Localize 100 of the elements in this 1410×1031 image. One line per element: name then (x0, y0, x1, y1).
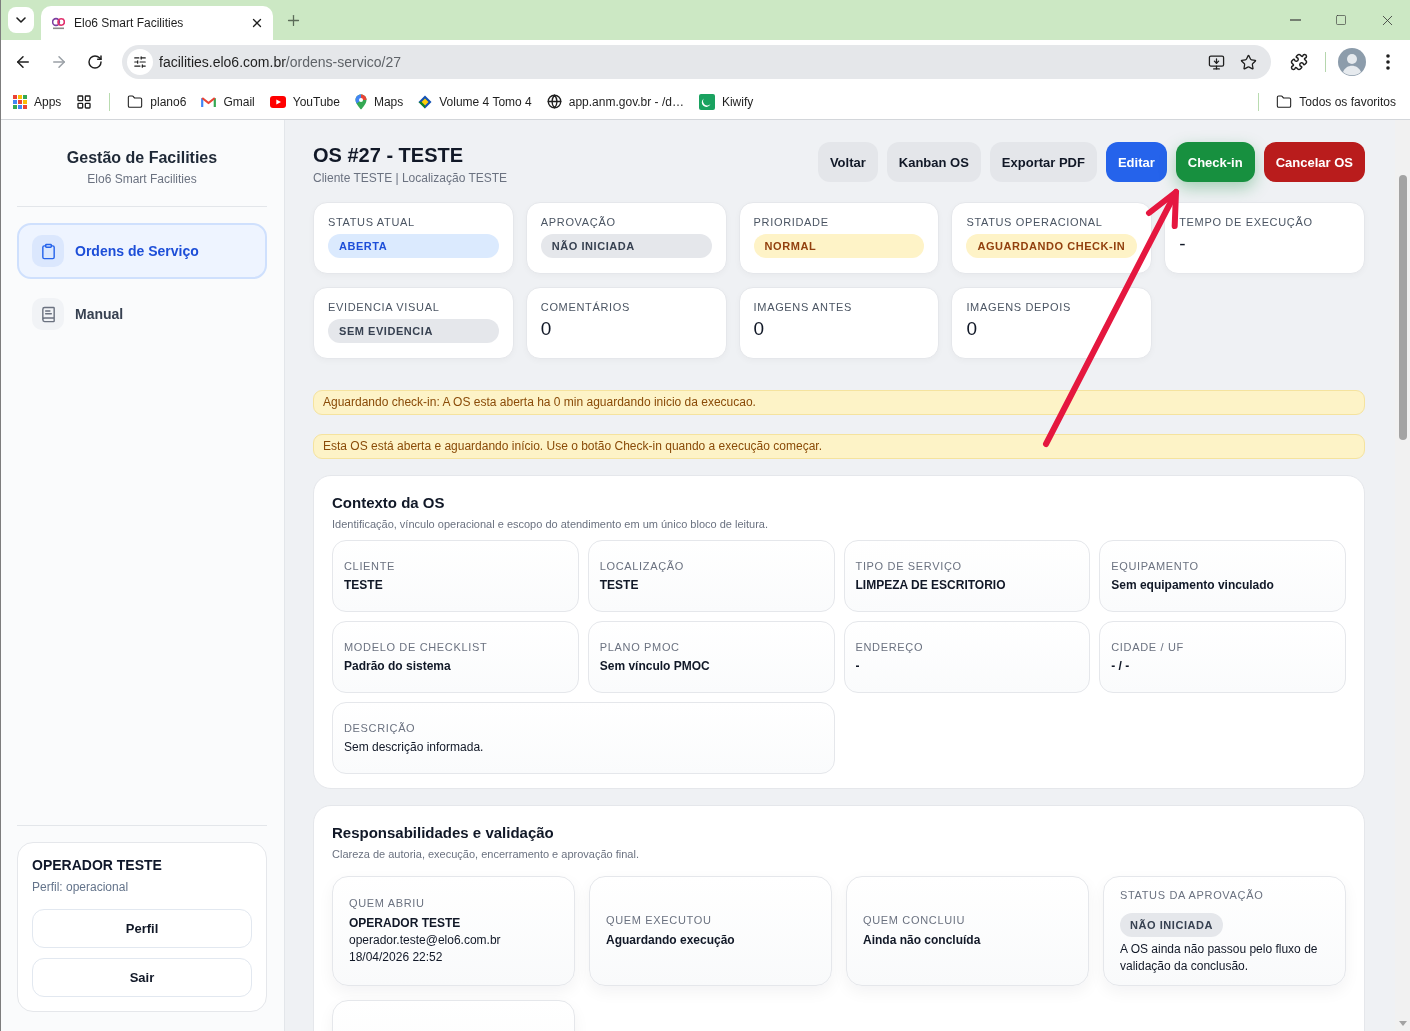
bookmark-item[interactable]: Kiwify (692, 87, 760, 116)
card-value: 0 (753, 318, 766, 340)
bookmark-item[interactable]: Maps (348, 87, 410, 116)
field-value: - (855, 659, 861, 674)
scrollbar-thumb[interactable] (1398, 175, 1407, 440)
maximize-icon (1335, 14, 1347, 26)
tab-search-button[interactable] (8, 7, 34, 33)
card-value: 0 (966, 318, 978, 340)
field-value: - / - (1111, 659, 1131, 674)
address-bar[interactable]: facilities.elo6.com.br/ordens-servico/27 (122, 45, 1271, 79)
user-button[interactable]: Perfil (32, 909, 252, 948)
field-value: Aguardando execução (606, 932, 736, 949)
person-name: OPERADOR TESTE (349, 915, 462, 932)
user-role: Perfil: operacional (32, 879, 130, 895)
field-label: QUEM ABRIU (349, 896, 426, 910)
grid-icon (76, 93, 93, 110)
app-subtitle: Elo6 Smart Facilities (86, 171, 198, 187)
date-text: 18/04/2026 22:52 (349, 949, 444, 966)
diamond-icon (418, 94, 433, 109)
close-icon (250, 16, 264, 30)
folder-icon (1276, 93, 1293, 110)
user-name: OPERADOR TESTE (32, 856, 163, 874)
panel-subtitle: Identificação, vínculo operacional e escopo do atendimento em um único bloco de leitura. (332, 517, 769, 532)
card-label: COMENTÁRIOS (540, 300, 631, 314)
status-pill: NÃO INICIADA (540, 234, 712, 258)
action-button[interactable]: Cancelar OS (1263, 142, 1365, 182)
star-icon (1239, 53, 1257, 71)
nav-item[interactable]: Manual (17, 286, 267, 342)
mail-icon (201, 95, 217, 108)
status-pill: SEM EVIDENCIA (328, 319, 499, 343)
sliders-icon (133, 55, 147, 69)
clipboard-icon (32, 235, 64, 267)
bookmark-item[interactable]: Apps (7, 87, 68, 116)
puzzle-icon (1290, 53, 1308, 71)
logo-icon (52, 16, 65, 30)
field-value: LIMPEZA DE ESCRITORIO (855, 578, 1007, 593)
apps-grid-icon (13, 94, 27, 109)
card-label: IMAGENS ANTES (753, 300, 854, 314)
user-button[interactable]: Sair (32, 958, 252, 997)
person-email: operador.teste@elo6.com.br (349, 932, 502, 949)
map-pin-icon (354, 93, 367, 110)
field-label: QUEM EXECUTOU (606, 913, 713, 927)
status-pill: NORMAL (753, 234, 925, 258)
play-icon (269, 95, 286, 108)
field-label: CIDADE / UF (1111, 640, 1185, 654)
book-icon (32, 298, 64, 330)
card-label: IMAGENS DEPOIS (966, 300, 1072, 314)
bookmark-item[interactable]: plano6 (121, 87, 193, 116)
panel-subtitle: Clareza de autoria, execução, encerramento e aprovação final. (332, 847, 640, 862)
nav-item[interactable]: Ordens de Serviço (17, 223, 267, 279)
field-label: EQUIPAMENTO (1111, 559, 1200, 573)
field-value: Sem vínculo PMOC (599, 659, 711, 674)
card-value: - (1179, 233, 1187, 255)
field-label: MODELO DE CHECKLIST (344, 640, 489, 654)
action-button[interactable]: Kanban OS (886, 142, 981, 182)
field-value: Ainda não concluída (863, 932, 982, 949)
app-title: Gestão de Facilities (65, 148, 219, 168)
field-label: DESCRIÇÃO (344, 721, 417, 735)
monitor-download-icon (1207, 53, 1225, 71)
field-value: Sem equipamento vinculado (1111, 578, 1275, 593)
card-value: 0 (540, 318, 553, 340)
globe-icon (546, 94, 562, 109)
menu-dots-icon (1386, 54, 1390, 70)
bookmark-item[interactable]: Volume 4 Tomo 4 (412, 87, 538, 116)
action-button[interactable]: Editar (1105, 142, 1167, 182)
browser-tab[interactable]: Elo6 Smart Facilities (41, 6, 273, 40)
action-button[interactable]: Check-in (1175, 142, 1255, 182)
field-value: Sem descrição informada. (344, 740, 485, 755)
field-label: STATUS DA APROVAÇÃO (1120, 887, 1265, 902)
card-label: APROVAÇÃO (540, 215, 617, 229)
alert-banner: Aguardando check-in: A OS esta aberta ha 0 min aguardando inicio da execucao. (313, 390, 1365, 415)
card-label: TEMPO DE EXECUÇÃO (1179, 215, 1314, 229)
page-subtitle: Cliente TESTE | Localização TESTE (313, 171, 508, 186)
bookmark-item[interactable]: YouTube (263, 87, 346, 116)
bookmark-item[interactable]: Gmail (195, 87, 261, 116)
page-title: OS #27 - TESTE (313, 144, 465, 166)
bookmark-item[interactable]: app.anm.gov.br - /d… (540, 87, 690, 116)
field-label: ENDEREÇO (855, 640, 925, 654)
panel-title: Responsabilidades e validação (332, 823, 555, 843)
field-label: QUEM CONCLUIU (863, 913, 967, 927)
action-button[interactable]: Exportar PDF (989, 142, 1097, 182)
field-value: TESTE (344, 578, 384, 593)
card-label: STATUS ATUAL (328, 215, 416, 229)
field-label: TIPO DE SERVIÇO (855, 559, 963, 573)
status-pill: NÃO INICIADA (1120, 912, 1223, 937)
field-label: CLIENTE (344, 559, 397, 573)
card-label: EVIDENCIA VISUAL (328, 300, 441, 314)
status-pill: AGUARDANDO CHECK-IN (966, 234, 1138, 258)
avatar-icon[interactable] (1338, 48, 1366, 76)
folder-icon (127, 93, 144, 110)
status-pill: ABERTA (328, 234, 499, 258)
reload-icon (87, 54, 103, 70)
bookmark-item[interactable]: Todos os favoritos (1270, 87, 1402, 116)
action-button[interactable]: Voltar (817, 142, 878, 182)
forward-arrow-icon (50, 53, 68, 71)
status-note: A OS ainda não passou pelo fluxo de validação da conclusão. (1120, 940, 1319, 975)
field-value: Padrão do sistema (344, 659, 452, 674)
panel-title: Contexto da OS (332, 493, 446, 513)
site-info-button[interactable] (127, 49, 153, 75)
field-label: PLANO PMOC (599, 640, 681, 654)
